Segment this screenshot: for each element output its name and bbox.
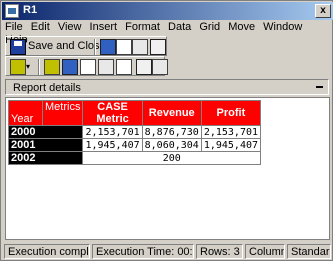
collapse-icon[interactable] — [316, 86, 323, 88]
save-icon[interactable] — [10, 39, 26, 55]
menu-move[interactable]: Move — [225, 20, 257, 33]
status-rows: Rows: 3 — [196, 244, 243, 259]
table-cell[interactable]: 1,945,407 — [82, 138, 143, 152]
pivot-icon[interactable] — [98, 59, 114, 75]
document-icon[interactable] — [136, 59, 152, 75]
year-header: Year — [11, 113, 34, 125]
menu-format[interactable]: Format — [122, 20, 162, 33]
status-execution-time: Execution Time: 00:00:02 — [92, 244, 194, 259]
cursor-icon[interactable] — [152, 59, 168, 75]
menu-view[interactable]: View — [55, 20, 84, 33]
row-header-year[interactable]: 2002 — [7, 151, 84, 165]
standard-toolbar: Save and Close — [5, 36, 167, 56]
menu-grid[interactable]: Grid — [196, 20, 222, 33]
year-header-cell[interactable]: Year — [8, 100, 43, 126]
menu-window[interactable]: Window — [260, 20, 304, 33]
window-title: R1 — [23, 4, 38, 16]
status-bar: Execution complete Execution Time: 00:00… — [2, 242, 333, 260]
print-preview-icon[interactable] — [116, 39, 132, 55]
wand-icon[interactable] — [10, 59, 26, 75]
close-button[interactable]: x — [315, 4, 331, 18]
status-execution: Execution complete — [4, 244, 90, 259]
column-header-case-metric[interactable]: CASE Metric — [82, 100, 143, 126]
report-grid: Year Metrics CASE Metric Revenue Profit … — [5, 97, 330, 240]
status-columns: Columns: 3 — [245, 244, 285, 259]
table-cell[interactable]: 2,153,701 — [82, 125, 143, 139]
menu-data[interactable]: Data — [165, 20, 193, 33]
column-header-profit[interactable]: Profit — [200, 100, 262, 126]
status-mode: Standard — [287, 244, 331, 259]
menu-edit[interactable]: Edit — [28, 20, 52, 33]
column-header-revenue[interactable]: Revenue — [141, 100, 202, 126]
title-bar[interactable]: R1 x — [2, 2, 333, 20]
filter-icon[interactable] — [44, 59, 60, 75]
table-cell[interactable]: 8,060,304 — [141, 138, 202, 152]
menu-bar: File Edit View Insert Format Data Grid M… — [2, 20, 333, 46]
report-details-header[interactable]: Report details — [5, 79, 329, 95]
table-row: 2001 1,945,407 8,060,304 1,945,407 — [7, 138, 262, 152]
app-icon — [5, 4, 19, 18]
export-icon[interactable] — [150, 39, 166, 55]
table-cell[interactable]: 2,153,701 — [200, 125, 262, 139]
report-window: R1 x File Edit View Insert Format Data G… — [0, 0, 333, 261]
sort-icon[interactable] — [80, 59, 96, 75]
table-cell[interactable]: 1,945,407 — [200, 138, 262, 152]
report-table: Year Metrics CASE Metric Revenue Profit … — [7, 100, 262, 165]
report-toolbar: ▾ — [5, 56, 168, 76]
menu-insert[interactable]: Insert — [87, 20, 120, 33]
toolbar-separator — [38, 59, 40, 75]
merged-cell[interactable]: 200 — [82, 151, 262, 165]
panel-title: Report details — [13, 82, 81, 94]
menu-file[interactable]: File — [2, 20, 25, 33]
table-row: 2002 200 — [7, 151, 262, 165]
toolbar-separator — [94, 39, 96, 55]
page-icon[interactable] — [116, 59, 132, 75]
print-icon[interactable] — [132, 39, 148, 55]
grid-icon[interactable] — [62, 59, 78, 75]
row-header-year[interactable]: 2001 — [7, 138, 84, 152]
table-row: 2000 2,153,701 8,876,730 2,153,701 — [7, 125, 262, 139]
table-cell[interactable]: 8,876,730 — [141, 125, 202, 139]
book-icon[interactable] — [100, 39, 116, 55]
metrics-header[interactable]: Metrics — [41, 100, 84, 126]
row-header-year[interactable]: 2000 — [7, 125, 84, 139]
